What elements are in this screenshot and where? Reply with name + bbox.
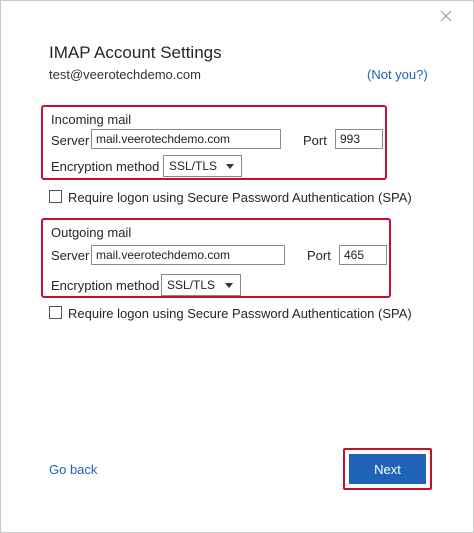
incoming-spa-row: Require logon using Secure Password Auth… bbox=[49, 190, 412, 205]
incoming-spa-label: Require logon using Secure Password Auth… bbox=[68, 190, 412, 205]
incoming-spa-checkbox[interactable] bbox=[49, 190, 62, 203]
account-email: test@veerotechdemo.com bbox=[49, 67, 201, 82]
incoming-mail-heading: Incoming mail bbox=[51, 112, 132, 127]
incoming-server-label: Server bbox=[51, 133, 90, 148]
outgoing-encryption-value: SSL/TLS bbox=[167, 278, 216, 292]
dialog-title: IMAP Account Settings bbox=[49, 43, 222, 62]
outgoing-spa-label: Require logon using Secure Password Auth… bbox=[68, 306, 412, 321]
next-button[interactable]: Next bbox=[349, 454, 426, 484]
incoming-server-input[interactable] bbox=[91, 129, 281, 149]
outgoing-server-input[interactable] bbox=[91, 245, 285, 265]
incoming-encryption-label: Encryption method bbox=[51, 159, 160, 174]
outgoing-mail-heading: Outgoing mail bbox=[51, 225, 132, 240]
next-button-highlight: Next bbox=[343, 448, 432, 490]
incoming-port-input[interactable] bbox=[335, 129, 383, 149]
outgoing-port-input[interactable] bbox=[339, 245, 387, 265]
incoming-encryption-value: SSL/TLS bbox=[169, 159, 218, 173]
outgoing-spa-checkbox[interactable] bbox=[49, 306, 62, 319]
go-back-link[interactable]: Go back bbox=[49, 462, 97, 477]
chevron-down-icon bbox=[225, 283, 233, 288]
close-icon[interactable] bbox=[439, 9, 453, 23]
chevron-down-icon bbox=[226, 164, 234, 169]
incoming-mail-section: Incoming mail Server Port Encryption met… bbox=[41, 105, 387, 180]
incoming-encryption-select[interactable]: SSL/TLS bbox=[163, 155, 242, 177]
outgoing-server-label: Server bbox=[51, 248, 90, 263]
not-you-link[interactable]: (Not you?) bbox=[367, 67, 428, 82]
outgoing-encryption-label: Encryption method bbox=[51, 278, 160, 293]
outgoing-encryption-select[interactable]: SSL/TLS bbox=[161, 274, 241, 296]
outgoing-spa-row: Require logon using Secure Password Auth… bbox=[49, 306, 412, 321]
incoming-port-label: Port bbox=[303, 133, 327, 148]
imap-settings-dialog: IMAP Account Settings test@veerotechdemo… bbox=[0, 0, 474, 533]
outgoing-mail-section: Outgoing mail Server Port Encryption met… bbox=[41, 218, 391, 298]
outgoing-port-label: Port bbox=[307, 248, 331, 263]
